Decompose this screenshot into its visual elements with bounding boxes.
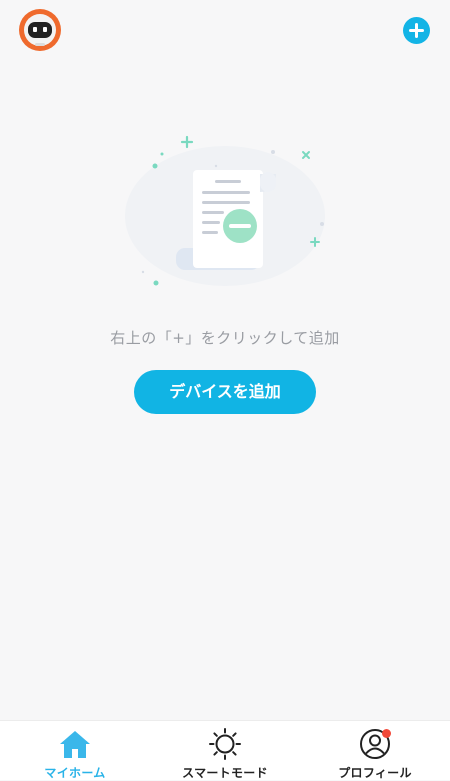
add-device-button[interactable]: デバイスを追加 <box>134 370 316 414</box>
tab-profile[interactable]: プロフィール <box>300 721 450 781</box>
bottom-tab-bar: マイホーム スマートモード プロフィール <box>0 720 450 780</box>
tab-smart-mode[interactable]: スマートモード <box>150 721 300 781</box>
notification-badge <box>382 729 391 738</box>
add-button[interactable] <box>403 17 430 44</box>
empty-hint-text: 右上の「+」をクリックして追加 <box>110 329 340 347</box>
home-icon <box>58 727 92 761</box>
app-screen: 右上の「+」をクリックして追加 デバイスを追加 マイホーム スマートモード プロ… <box>0 0 450 780</box>
tab-my-home[interactable]: マイホーム <box>0 721 150 781</box>
tab-my-home-label: マイホーム <box>44 766 106 780</box>
tab-profile-label: プロフィール <box>338 766 412 780</box>
robot-avatar-icon[interactable] <box>19 9 61 51</box>
tab-smart-mode-label: スマートモード <box>182 766 268 780</box>
sun-icon <box>208 727 242 761</box>
document-remove-illustration <box>118 130 332 300</box>
